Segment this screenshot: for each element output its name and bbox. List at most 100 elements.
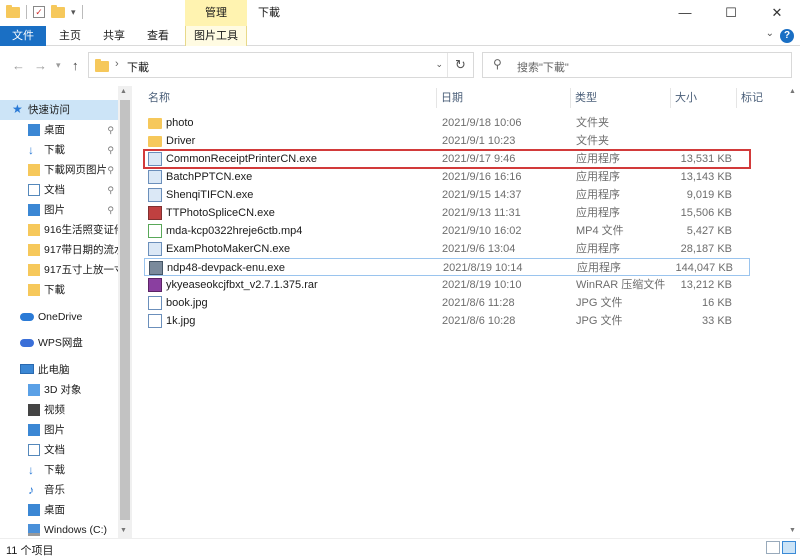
maximize-button[interactable]: ☐ — [708, 0, 754, 26]
breadcrumb[interactable]: 下載 — [127, 59, 149, 75]
pin-icon[interactable]: ⚲ — [107, 200, 114, 220]
sidebar-item-desktop[interactable]: 桌面 ⚲ — [0, 120, 118, 140]
forward-arrow-icon[interactable]: → — [34, 58, 47, 73]
sidebar-item-documents[interactable]: 文档 — [0, 440, 118, 460]
file-name: BatchPPTCN.exe — [166, 171, 253, 183]
tab-view[interactable]: 查看 — [136, 26, 180, 46]
view-switcher — [766, 541, 796, 554]
pin-icon[interactable]: ⚲ — [107, 120, 114, 140]
scroll-down-icon[interactable]: ▼ — [120, 527, 127, 534]
sidebar-item-documents[interactable]: 文档 ⚲ — [0, 180, 118, 200]
details-view-icon[interactable] — [766, 541, 780, 554]
properties-icon[interactable]: ✓ — [33, 6, 45, 18]
close-button[interactable]: ✕ — [754, 0, 800, 26]
up-arrow-icon[interactable]: ↑ — [72, 58, 79, 73]
divider[interactable] — [570, 88, 571, 108]
help-icon[interactable]: ? — [780, 29, 794, 43]
download-icon: ↓ — [28, 143, 34, 157]
divider — [81, 5, 83, 19]
recent-locations-icon[interactable]: ▾ — [56, 60, 61, 71]
divider[interactable] — [670, 88, 671, 108]
file-row[interactable]: CommonReceiptPrinterCN.exe 2021/9/17 9:4… — [143, 149, 751, 169]
pin-icon[interactable]: ⚲ — [107, 140, 114, 160]
file-row[interactable]: mda-kcp0322hreje6ctb.mp4 2021/9/10 16:02… — [144, 222, 750, 240]
column-header-name[interactable]: 名称 — [148, 86, 170, 110]
file-row[interactable]: book.jpg 2021/8/6 11:28 JPG 文件 16 KB — [144, 294, 750, 312]
file-size: 5,427 KB — [686, 225, 732, 237]
file-row[interactable]: photo 2021/9/18 10:06 文件夹 — [144, 114, 750, 132]
file-type: MP4 文件 — [576, 225, 624, 237]
column-header-date[interactable]: 日期 — [441, 86, 463, 110]
sidebar-item-pictures[interactable]: 图片 — [0, 420, 118, 440]
sidebar-item-desktop[interactable]: 桌面 — [0, 500, 118, 520]
file-type: 应用程序 — [576, 189, 620, 201]
sidebar-item-downloads[interactable]: ↓ 下载 — [0, 460, 118, 480]
file-list-scrollbar[interactable] — [786, 86, 800, 538]
sidebar-item-folder[interactable]: 917五寸上放一寸 — [0, 260, 118, 280]
tab-picture-tools[interactable]: 图片工具 — [185, 26, 247, 46]
sidebar-item-drive-c[interactable]: Windows (C:) — [0, 520, 118, 538]
file-row[interactable]: ShenqiTIFCN.exe 2021/9/15 14:37 应用程序 9,0… — [144, 186, 750, 204]
sidebar-item-label: 此电脑 — [38, 364, 70, 376]
tab-file[interactable]: 文件 — [0, 26, 46, 46]
sidebar-item-folder[interactable]: 917带日期的流水 — [0, 240, 118, 260]
folder-icon[interactable] — [6, 4, 20, 18]
sidebar-item-download-web-images[interactable]: 下載网页图片 ⚲ — [0, 160, 118, 180]
file-row[interactable]: BatchPPTCN.exe 2021/9/16 16:16 应用程序 13,1… — [144, 168, 750, 186]
tab-home[interactable]: 主页 — [48, 26, 92, 46]
window-title: 下載 — [258, 7, 280, 19]
new-folder-icon[interactable] — [51, 4, 65, 18]
search-input[interactable]: ⚲ 搜索"下載" — [482, 52, 792, 78]
column-header-type[interactable]: 类型 — [575, 86, 597, 110]
sidebar-item-pictures[interactable]: 图片 ⚲ — [0, 200, 118, 220]
file-size: 13,212 KB — [680, 279, 732, 291]
chevron-down-icon[interactable]: ⌄ — [766, 28, 774, 39]
file-row[interactable]: ExamPhotoMakerCN.exe 2021/9/6 13:04 应用程序… — [144, 240, 750, 258]
sidebar-item-quick-access[interactable]: ★ 快速访问 — [0, 100, 118, 120]
scroll-up-icon[interactable]: ▲ — [120, 88, 127, 95]
sidebar-item-3d-objects[interactable]: 3D 对象 — [0, 380, 118, 400]
navigation-pane: ★ 快速访问 桌面 ⚲ ↓ 下載 ⚲ 下載网页图片 ⚲ 文档 ⚲ 图片 ⚲ 91… — [0, 86, 132, 538]
sidebar-item-downloads[interactable]: ↓ 下載 ⚲ — [0, 140, 118, 160]
sidebar-scrollbar-thumb[interactable] — [120, 100, 130, 520]
minimize-button[interactable]: — — [662, 0, 708, 26]
file-row[interactable]: ndp48-devpack-enu.exe 2021/8/19 10:14 应用… — [144, 258, 750, 276]
column-header-size[interactable]: 大小 — [675, 86, 697, 110]
file-type: 文件夹 — [576, 135, 609, 147]
address-bar[interactable]: › 下載 ⌄ ↻ — [88, 52, 474, 78]
file-row[interactable]: TTPhotoSpliceCN.exe 2021/9/13 11:31 应用程序… — [144, 204, 750, 222]
scroll-up-icon[interactable]: ▲ — [789, 88, 796, 95]
back-arrow-icon[interactable]: ← — [12, 58, 25, 73]
status-bar: 11 个项目 — [0, 538, 800, 556]
divider[interactable] — [436, 88, 437, 108]
folder-icon — [28, 164, 40, 176]
tab-share[interactable]: 共享 — [92, 26, 136, 46]
folder-icon — [28, 284, 40, 296]
pin-icon[interactable]: ⚲ — [107, 160, 114, 180]
file-row[interactable]: ykyeaseokcjfbxt_v2.7.1.375.rar 2021/8/19… — [144, 276, 750, 294]
file-date: 2021/8/6 10:28 — [442, 315, 516, 327]
refresh-icon[interactable]: ↻ — [447, 53, 473, 77]
scroll-down-icon[interactable]: ▼ — [789, 527, 796, 534]
file-name: photo — [166, 117, 194, 129]
customize-toolbar-icon[interactable]: ▾ — [71, 7, 76, 18]
file-row[interactable]: Driver 2021/9/1 10:23 文件夹 — [144, 132, 750, 150]
search-placeholder: 搜索"下載" — [517, 62, 569, 74]
sidebar-item-folder[interactable]: 916生活照变证件 — [0, 220, 118, 240]
sidebar-item-videos[interactable]: 视频 — [0, 400, 118, 420]
sidebar-item-label: 文档 — [44, 184, 65, 196]
sidebar-item-music[interactable]: ♪ 音乐 — [0, 480, 118, 500]
pin-icon[interactable]: ⚲ — [107, 180, 114, 200]
sidebar-item-folder[interactable]: 下載 — [0, 280, 118, 300]
file-row[interactable]: 1k.jpg 2021/8/6 10:28 JPG 文件 33 KB — [144, 312, 750, 330]
sidebar-item-this-pc[interactable]: 此电脑 — [0, 360, 118, 380]
sidebar-item-wps-cloud[interactable]: WPS网盘 — [0, 333, 118, 353]
large-icons-view-icon[interactable] — [782, 541, 796, 554]
column-header-tags[interactable]: 标记 — [741, 86, 763, 110]
chevron-down-icon[interactable]: ⌄ — [435, 59, 443, 70]
divider[interactable] — [736, 88, 737, 108]
sidebar-item-onedrive[interactable]: OneDrive — [0, 307, 118, 327]
music-icon: ♪ — [28, 483, 34, 497]
sidebar-item-label: 图片 — [44, 424, 65, 436]
document-icon — [28, 184, 40, 196]
